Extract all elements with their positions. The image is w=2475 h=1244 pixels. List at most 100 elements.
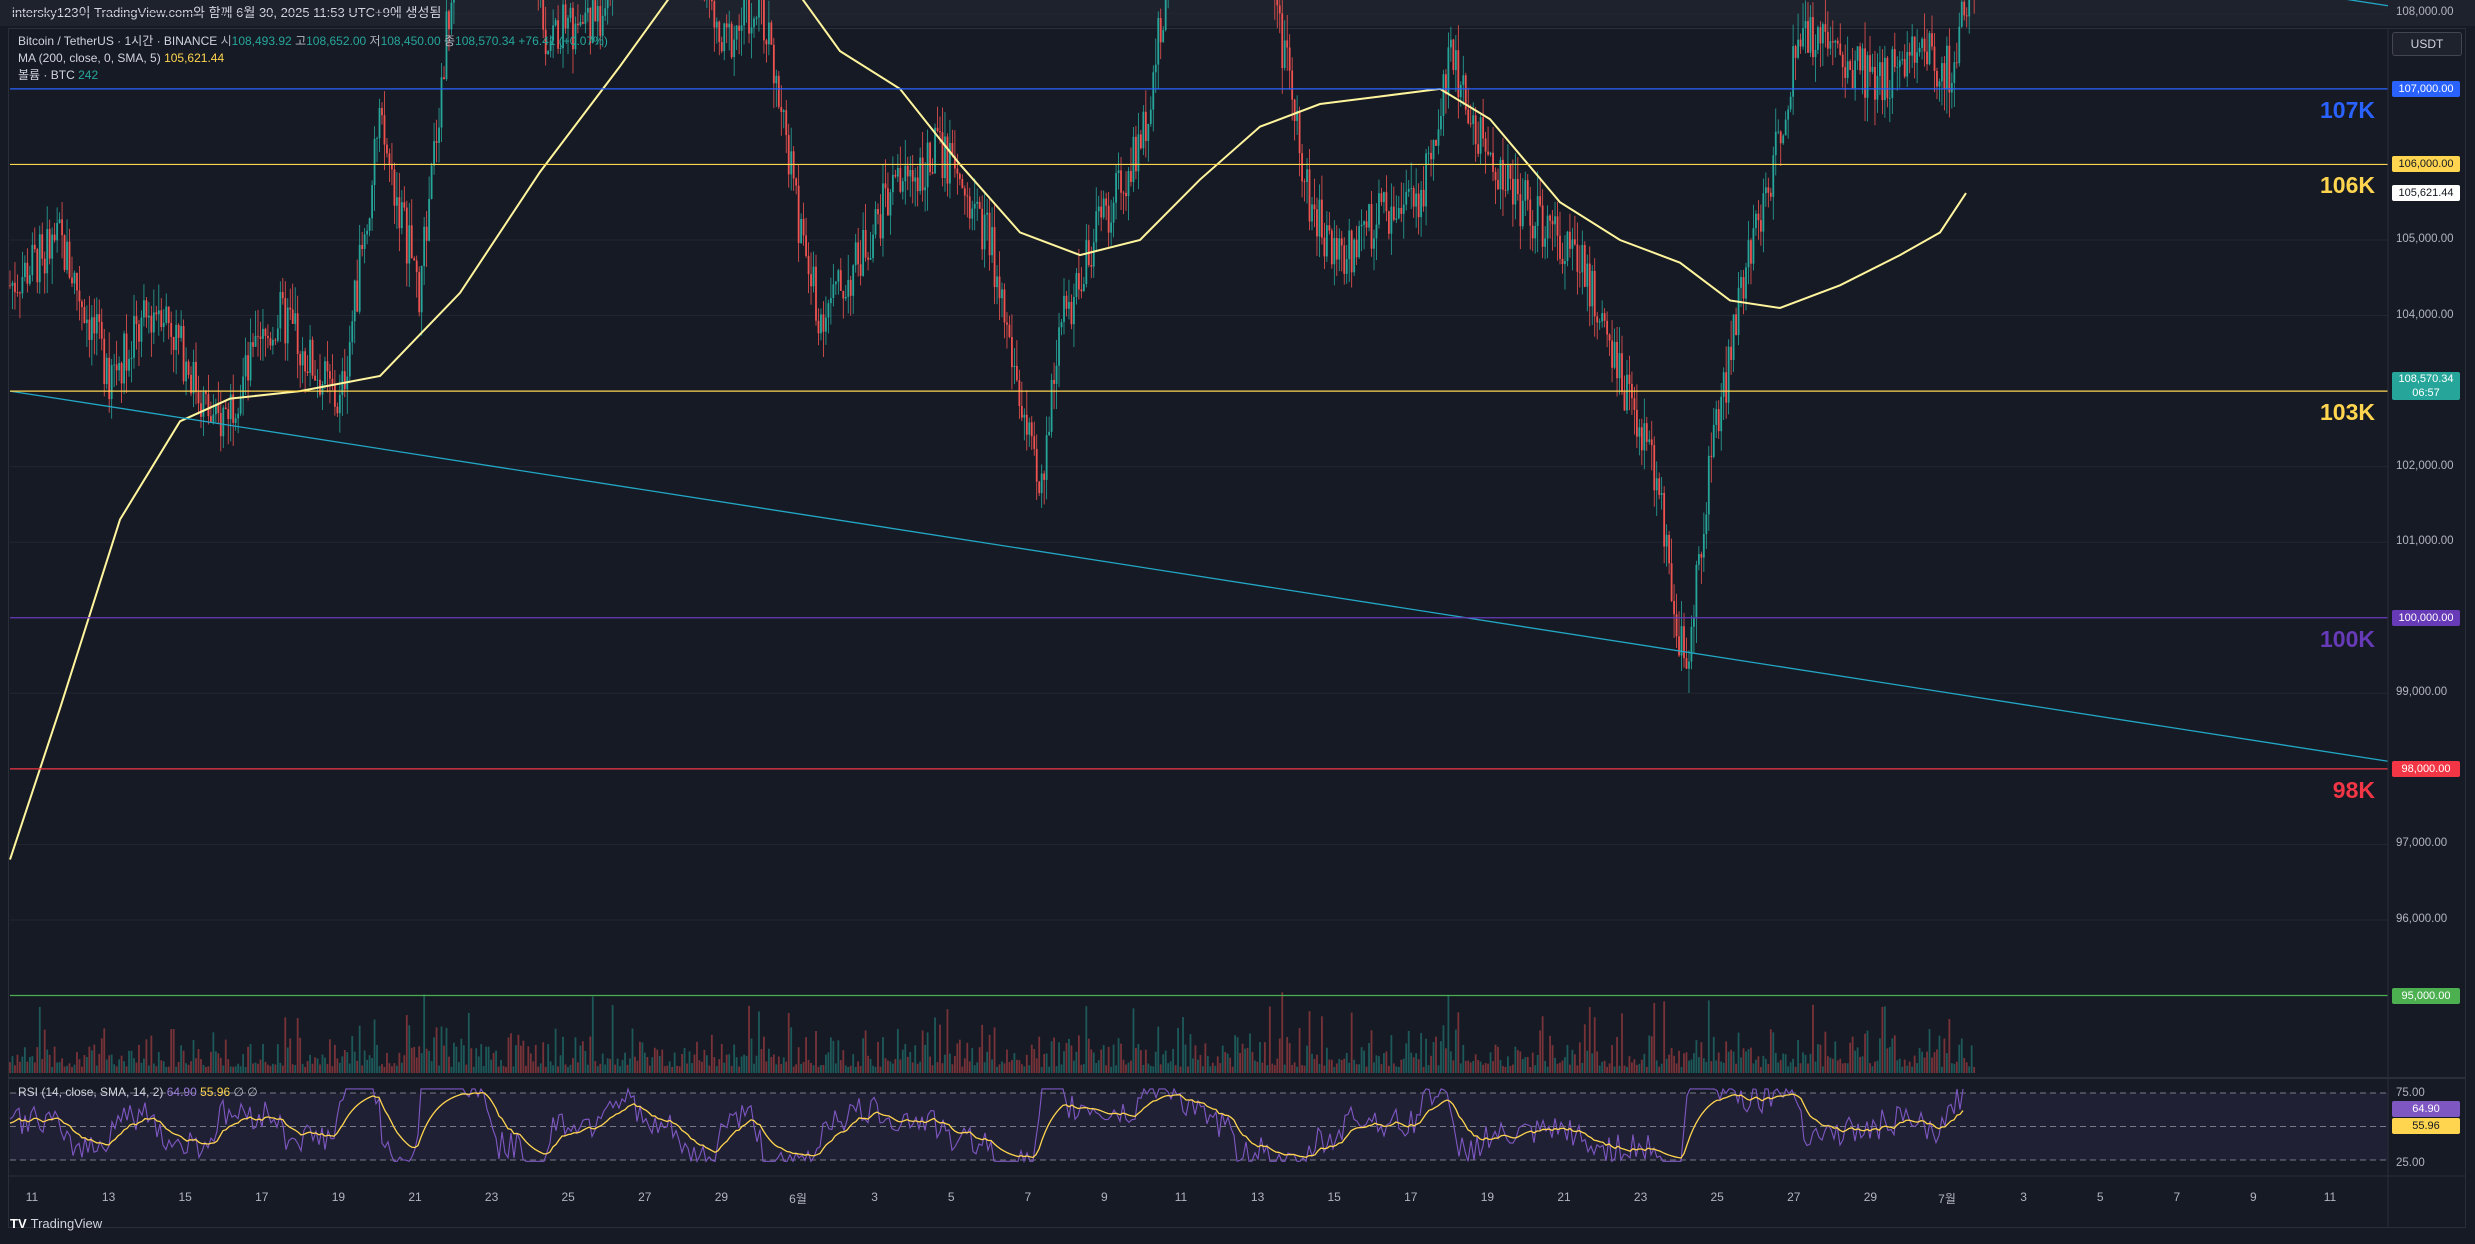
- price-chart-canvas[interactable]: [0, 0, 2475, 1244]
- candle-body: [284, 298, 287, 344]
- candle-body: [336, 406, 339, 414]
- ma-legend[interactable]: MA (200, close, 0, SMA, 5) 105,621.44: [18, 50, 224, 66]
- volume-bar: [1680, 1066, 1683, 1073]
- volume-label[interactable]: 볼륨 · BTC: [18, 68, 75, 82]
- price-tick: 96,000.00: [2396, 912, 2448, 925]
- candle-body: [1571, 239, 1574, 249]
- volume-bar: [1824, 1031, 1827, 1073]
- volume-bar: [393, 1063, 396, 1073]
- volume-bar: [110, 1054, 113, 1073]
- volume-bar: [852, 1054, 855, 1073]
- volume-bar: [133, 1058, 135, 1073]
- candle-body: [1539, 196, 1542, 206]
- candle-body: [1717, 409, 1720, 432]
- volume-bar: [1425, 1038, 1427, 1073]
- volume-bar: [1839, 1058, 1842, 1073]
- candle-body: [202, 391, 205, 417]
- level-price-tag: 98,000.00: [2392, 760, 2460, 777]
- volume-bar: [195, 1058, 197, 1073]
- volume-bar: [1293, 1062, 1296, 1073]
- candle-body: [1030, 422, 1033, 437]
- level-annotation[interactable]: 100K: [2320, 626, 2375, 653]
- candle-body: [1293, 99, 1296, 121]
- volume-bar: [19, 1061, 21, 1073]
- candle-body: [1782, 135, 1785, 144]
- candle-body: [301, 351, 304, 366]
- rsi-ma-tag: 55.96: [2392, 1118, 2460, 1134]
- volume-bar: [145, 1039, 148, 1073]
- rsi-legend[interactable]: RSI (14, close, SMA, 14, 2) 64.90 55.96 …: [18, 1084, 258, 1100]
- volume-bar: [420, 1053, 423, 1073]
- volume-bar: [572, 1058, 574, 1073]
- volume-bar: [693, 1054, 696, 1073]
- candle-body: [1817, 27, 1819, 50]
- level-annotation[interactable]: 98K: [2333, 777, 2375, 804]
- volume-bar: [1035, 1058, 1038, 1073]
- volume-bar: [1343, 1058, 1346, 1073]
- volume-bar: [688, 1051, 691, 1073]
- candle-body: [1519, 194, 1522, 227]
- candle-body: [1306, 169, 1308, 183]
- candle-body: [810, 274, 812, 287]
- volume-bar: [1767, 1063, 1770, 1073]
- volume-bar: [1291, 1064, 1294, 1073]
- volume-bar: [748, 1005, 750, 1073]
- volume-legend[interactable]: 볼륨 · BTC 242: [18, 67, 98, 83]
- volume-bar: [1601, 1061, 1604, 1073]
- candle-body: [1311, 204, 1313, 222]
- candle-body: [909, 169, 912, 177]
- rsi-visibility-icons[interactable]: ∅ ∅: [233, 1085, 257, 1099]
- symbol-name[interactable]: Bitcoin / TetherUS · 1시간 · BINANCE: [18, 34, 217, 48]
- tradingview-branding[interactable]: TV TradingView: [10, 1216, 102, 1231]
- ma-label[interactable]: MA (200, close, 0, SMA, 5): [18, 51, 161, 65]
- volume-bar: [1764, 1058, 1767, 1073]
- level-annotation[interactable]: 103K: [2320, 399, 2375, 426]
- candle-body: [1363, 221, 1365, 225]
- volume-bar: [854, 1066, 857, 1073]
- ma-200-line: [9, 0, 1967, 860]
- volume-bar: [1564, 1057, 1566, 1073]
- volume-bar: [1948, 1019, 1951, 1073]
- candle-body: [993, 227, 996, 288]
- volume-bar: [1561, 1060, 1564, 1073]
- candle-body: [1608, 334, 1611, 341]
- time-tick: 5: [947, 1190, 955, 1204]
- volume-bar: [1020, 1064, 1023, 1073]
- candle-body: [1090, 265, 1093, 267]
- candle-body: [425, 226, 428, 241]
- candle-body: [1454, 50, 1457, 71]
- volume-bar: [165, 1066, 168, 1073]
- candle-body: [244, 355, 247, 377]
- candle-body: [1003, 289, 1006, 323]
- candle-body: [1764, 187, 1767, 194]
- level-annotation[interactable]: 106K: [2320, 172, 2375, 199]
- symbol-legend[interactable]: Bitcoin / TetherUS · 1시간 · BINANCE 시108,…: [18, 33, 608, 49]
- volume-bar: [512, 1066, 515, 1073]
- volume-bar: [11, 1056, 14, 1073]
- rsi-label[interactable]: RSI (14, close, SMA, 14, 2): [18, 1085, 163, 1099]
- candle-body: [41, 234, 44, 259]
- volume-bar: [1244, 1048, 1246, 1073]
- volume-bar: [792, 1066, 795, 1073]
- level-annotation[interactable]: 107K: [2320, 97, 2375, 124]
- volume-bar: [510, 1033, 512, 1073]
- candle-body: [1378, 193, 1380, 225]
- volume-bar: [681, 1054, 683, 1073]
- candle-body: [1673, 600, 1675, 615]
- candle-body: [882, 183, 884, 239]
- volume-bar: [1514, 1046, 1517, 1073]
- candle-body: [348, 342, 351, 377]
- volume-bar: [157, 1052, 160, 1073]
- candle-body: [1415, 193, 1418, 207]
- rsi-ma-value: 55.96: [200, 1085, 231, 1099]
- candle-body: [991, 227, 993, 256]
- volume-bar: [1933, 1052, 1936, 1073]
- volume-bar: [874, 1066, 877, 1073]
- volume-bar: [1851, 1036, 1854, 1073]
- time-tick: 7: [1024, 1190, 1032, 1204]
- volume-bar: [1566, 1045, 1569, 1073]
- currency-button[interactable]: USDT: [2392, 32, 2462, 56]
- volume-bar: [23, 1047, 26, 1073]
- candle-body: [1452, 39, 1455, 71]
- volume-bar: [1254, 1060, 1256, 1073]
